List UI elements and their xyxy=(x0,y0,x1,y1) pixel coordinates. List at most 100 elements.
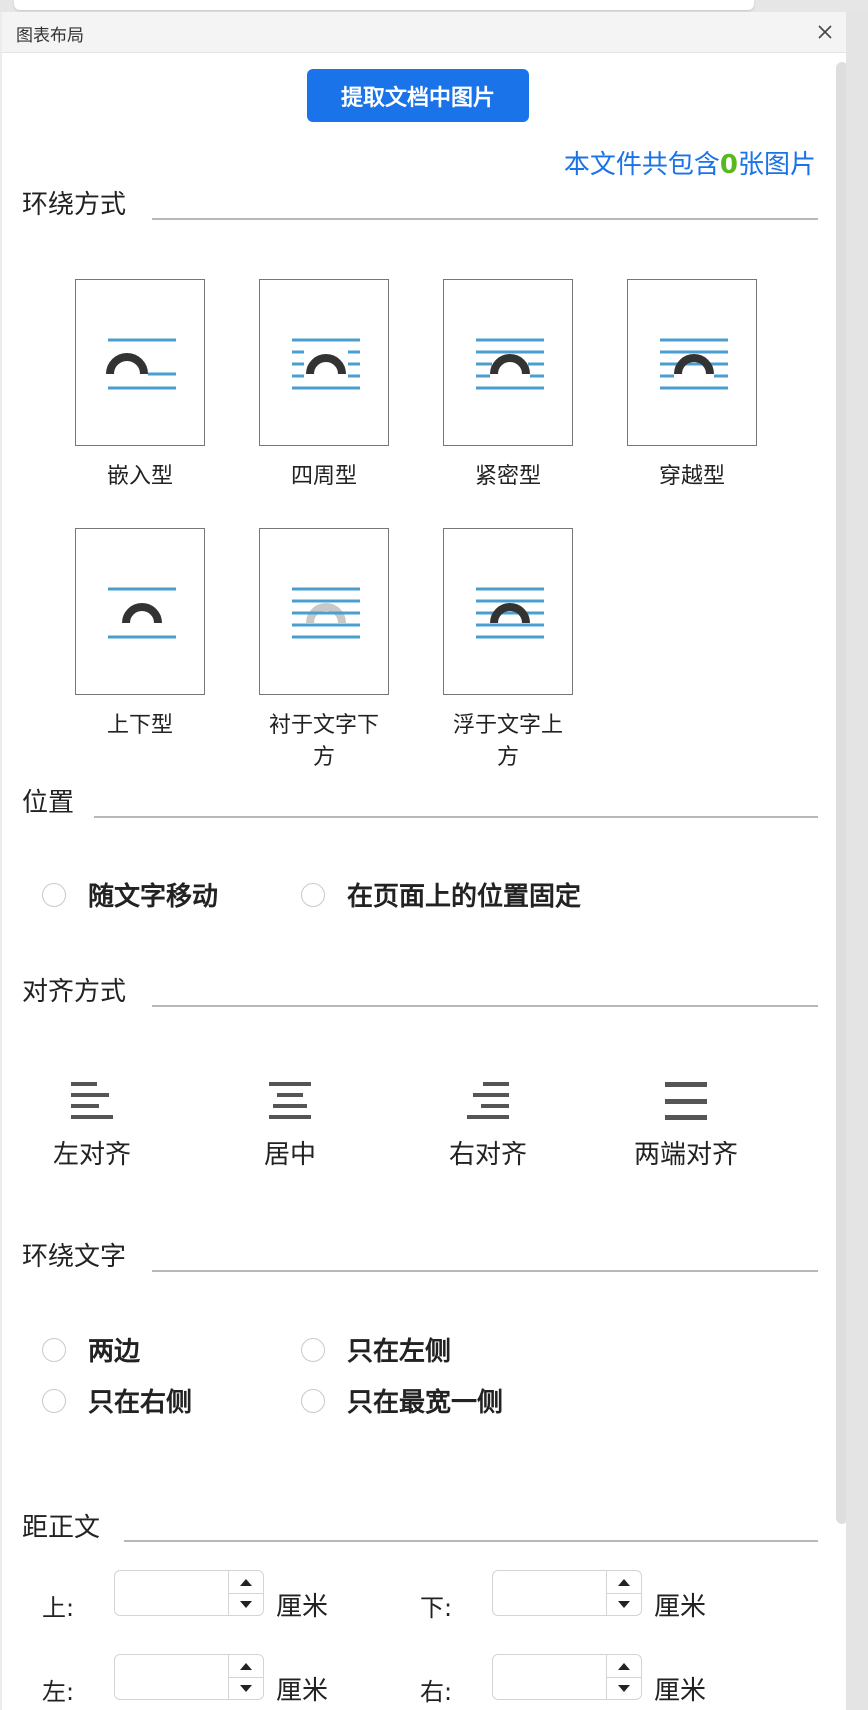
wrap-left-only[interactable]: 只在左侧 xyxy=(301,1331,451,1368)
wrap-mode-top-bottom[interactable]: 上下型 xyxy=(75,528,205,739)
wrap-right-only[interactable]: 只在右侧 xyxy=(42,1382,192,1419)
wrap-front-preview[interactable] xyxy=(443,528,573,695)
wrap-both-sides[interactable]: 两边 xyxy=(42,1331,140,1368)
caret-up-icon[interactable] xyxy=(229,1655,263,1678)
caret-down-icon[interactable] xyxy=(607,1677,641,1699)
wrap-behind-text-icon xyxy=(292,587,360,638)
distance-top-stepper[interactable] xyxy=(114,1570,264,1616)
wrap-behind-preview[interactable] xyxy=(259,528,389,695)
distance-right-unit: 厘米 xyxy=(654,1676,707,1706)
wrap-through-preview[interactable] xyxy=(627,279,757,446)
radio-label: 在页面上的位置固定 xyxy=(347,882,582,912)
align-label: 居中 xyxy=(263,1140,316,1170)
section-title-wrap-text: 环绕文字 xyxy=(22,1242,127,1272)
wrap-inline-preview[interactable] xyxy=(75,279,205,446)
distance-top-input[interactable] xyxy=(119,1575,233,1613)
align-justify-option[interactable]: 两端对齐 xyxy=(596,1080,776,1171)
image-count-suffix: 张图片 xyxy=(737,150,816,180)
distance-bottom-stepper[interactable] xyxy=(492,1570,642,1616)
section-divider xyxy=(152,1270,818,1272)
image-count-number: 0 xyxy=(719,150,738,180)
caret-up-icon[interactable] xyxy=(607,1571,641,1594)
wrap-mode-label: 上下型 xyxy=(106,713,173,738)
radio-label: 随文字移动 xyxy=(88,882,219,912)
section-divider xyxy=(152,218,818,220)
image-count-text: 本文件共包含0张图片 xyxy=(564,144,816,181)
caret-down-icon[interactable] xyxy=(229,1593,263,1615)
position-fixed-on-page[interactable]: 在页面上的位置固定 xyxy=(301,876,581,913)
wrap-mode-through[interactable]: 穿越型 xyxy=(627,279,757,490)
distance-left-label: 左: xyxy=(42,1678,75,1706)
align-center-option[interactable]: 居中 xyxy=(200,1080,380,1171)
align-left-option[interactable]: 左对齐 xyxy=(2,1080,182,1171)
wrap-square-icon xyxy=(292,338,360,389)
caret-down-icon[interactable] xyxy=(607,1593,641,1615)
section-title-distance: 距正文 xyxy=(22,1513,101,1543)
wrap-mode-inline[interactable]: 嵌入型 xyxy=(75,279,205,490)
distance-left-unit: 厘米 xyxy=(276,1676,329,1706)
align-label: 两端对齐 xyxy=(633,1140,738,1170)
wrap-in-front-text-icon xyxy=(476,587,544,638)
distance-right-label: 右: xyxy=(420,1678,453,1706)
wrap-mode-behind-text[interactable]: 衬于文字下方 xyxy=(259,528,389,771)
wrap-mode-label: 浮于文字上方 xyxy=(452,713,563,770)
section-divider xyxy=(124,1540,818,1542)
distance-right-input[interactable] xyxy=(497,1659,611,1697)
top-window-strip xyxy=(0,0,868,12)
distance-top-unit: 厘米 xyxy=(276,1592,329,1622)
caret-up-icon[interactable] xyxy=(229,1571,263,1594)
extract-images-button[interactable]: 提取文档中图片 xyxy=(307,69,529,122)
radio-button[interactable] xyxy=(301,1337,325,1362)
wrap-top-bottom-preview[interactable] xyxy=(75,528,205,695)
distance-top-label: 上: xyxy=(42,1594,75,1622)
wrap-tight-icon xyxy=(476,338,544,389)
close-icon[interactable] xyxy=(808,15,842,49)
wrap-mode-label: 嵌入型 xyxy=(106,464,173,489)
scrollbar-thumb[interactable] xyxy=(836,62,846,1524)
right-gutter xyxy=(846,12,868,1710)
wrap-top-bottom-icon xyxy=(108,587,176,638)
distance-left-stepper[interactable] xyxy=(114,1654,264,1700)
wrap-largest-side[interactable]: 只在最宽一侧 xyxy=(301,1382,503,1419)
wrap-through-icon xyxy=(660,338,728,389)
radio-label: 两边 xyxy=(88,1337,141,1367)
section-title-position: 位置 xyxy=(22,788,75,818)
caret-up-icon[interactable] xyxy=(607,1655,641,1678)
wrap-inline-icon xyxy=(106,338,176,389)
spin-buttons xyxy=(606,1571,641,1615)
distance-right-stepper[interactable] xyxy=(492,1654,642,1700)
align-label: 右对齐 xyxy=(448,1140,527,1170)
image-count-prefix: 本文件共包含 xyxy=(563,150,720,180)
spin-buttons xyxy=(606,1655,641,1699)
distance-bottom-input[interactable] xyxy=(497,1575,611,1613)
wrap-mode-label: 四周型 xyxy=(290,464,357,489)
distance-bottom-unit: 厘米 xyxy=(654,1592,707,1622)
align-left-icon xyxy=(71,1082,113,1119)
radio-button[interactable] xyxy=(301,882,325,907)
wrap-square-preview[interactable] xyxy=(259,279,389,446)
radio-button[interactable] xyxy=(301,1388,325,1413)
radio-button[interactable] xyxy=(42,1337,66,1362)
spin-buttons xyxy=(228,1571,263,1615)
align-center-icon xyxy=(269,1082,311,1119)
align-right-icon xyxy=(467,1082,509,1119)
section-title-alignment: 对齐方式 xyxy=(22,977,127,1007)
radio-button[interactable] xyxy=(42,882,66,907)
wrap-mode-tight[interactable]: 紧密型 xyxy=(443,279,573,490)
panel-title: 图表布局 xyxy=(16,26,84,46)
section-title-wrap-mode: 环绕方式 xyxy=(22,190,127,220)
wrap-mode-label: 衬于文字下方 xyxy=(268,713,379,770)
position-move-with-text[interactable]: 随文字移动 xyxy=(42,876,218,913)
spin-buttons xyxy=(228,1655,263,1699)
radio-button[interactable] xyxy=(42,1388,66,1413)
wrap-mode-in-front-of-text[interactable]: 浮于文字上方 xyxy=(443,528,573,771)
wrap-mode-label: 紧密型 xyxy=(474,464,541,489)
align-right-option[interactable]: 右对齐 xyxy=(398,1080,578,1171)
wrap-mode-square[interactable]: 四周型 xyxy=(259,279,389,490)
caret-down-icon[interactable] xyxy=(229,1677,263,1699)
distance-left-input[interactable] xyxy=(119,1659,233,1697)
section-divider xyxy=(94,816,818,818)
wrap-tight-preview[interactable] xyxy=(443,279,573,446)
top-window-edge xyxy=(14,0,754,10)
section-divider xyxy=(152,1005,818,1007)
